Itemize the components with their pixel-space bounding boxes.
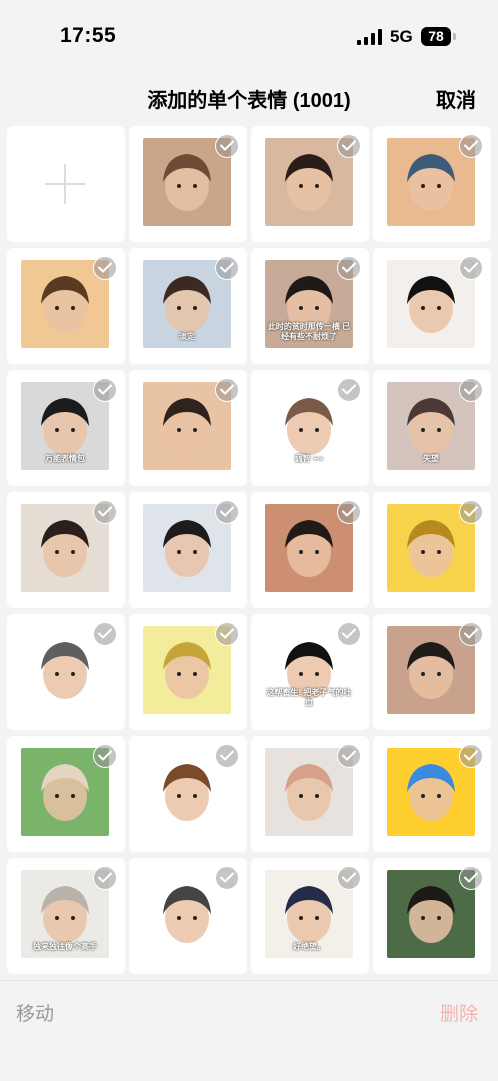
select-checkmark-icon[interactable] [215,744,239,768]
sticker-item[interactable] [251,126,369,242]
sticker-item[interactable] [251,736,369,852]
select-checkmark-icon[interactable] [337,378,361,402]
select-checkmark-icon[interactable] [93,622,117,646]
bottom-toolbar: 移动 删除 [0,980,498,1081]
sticker-caption: 淡定 [179,332,195,341]
network-type: 5G [390,27,413,46]
select-checkmark-icon[interactable] [459,378,483,402]
sticker-item[interactable]: 万能表情包 [7,370,125,486]
select-checkmark-icon[interactable] [93,378,117,402]
sticker-item[interactable] [7,248,125,364]
sticker-item[interactable] [7,736,125,852]
sticker-item[interactable] [129,126,247,242]
select-checkmark-icon[interactable] [459,866,483,890]
sticker-item[interactable] [129,370,247,486]
move-button[interactable]: 移动 [16,999,54,1026]
select-checkmark-icon[interactable] [459,134,483,158]
select-checkmark-icon[interactable] [93,256,117,280]
sticker-item[interactable]: 此时的贫时那传一横 已经有些不耐烦了 [251,248,369,364]
sticker-caption: 独来独往像个高手 [33,942,97,951]
sticker-item[interactable]: 弱智 +∞ [251,370,369,486]
cellular-signal-icon [357,29,382,45]
select-checkmark-icon[interactable] [337,134,361,158]
sticker-caption: 失望 [423,454,439,463]
sticker-caption: 万能表情包 [45,454,85,463]
sticker-item[interactable] [373,736,491,852]
page-title: 添加的单个表情 (1001) [147,90,351,112]
select-checkmark-icon[interactable] [215,134,239,158]
sticker-item[interactable] [129,492,247,608]
select-checkmark-icon[interactable] [337,500,361,524]
sticker-item[interactable] [251,492,369,608]
sticker-item[interactable] [373,858,491,974]
select-checkmark-icon[interactable] [459,622,483,646]
select-checkmark-icon[interactable] [215,378,239,402]
sticker-item[interactable] [373,614,491,730]
sticker-item[interactable] [373,492,491,608]
sticker-grid: 淡定 此时的贫时那传一横 已经有些不耐烦了万能表情包 弱智 +∞ 失望这帮畜生! 把老… [7,126,491,976]
select-checkmark-icon[interactable] [337,256,361,280]
select-checkmark-icon[interactable] [337,622,361,646]
sticker-item[interactable]: 失望 [373,370,491,486]
select-checkmark-icon[interactable] [215,256,239,280]
sticker-caption: 好绝望。 [293,942,325,951]
sticker-item[interactable]: 独来独往像个高手 [7,858,125,974]
sticker-item[interactable] [129,736,247,852]
add-sticker-button[interactable] [7,126,125,242]
sticker-caption: 弱智 +∞ [294,454,324,463]
select-checkmark-icon[interactable] [459,500,483,524]
status-time: 17:55 [60,24,117,47]
status-bar: 17:55 5G 78 [0,0,498,72]
select-checkmark-icon[interactable] [93,866,117,890]
delete-button[interactable]: 删除 [440,999,478,1026]
sticker-item[interactable] [373,248,491,364]
select-checkmark-icon[interactable] [459,744,483,768]
select-checkmark-icon[interactable] [93,744,117,768]
select-checkmark-icon[interactable] [93,500,117,524]
select-checkmark-icon[interactable] [215,622,239,646]
battery-icon: 78 [421,27,451,46]
select-checkmark-icon[interactable] [459,256,483,280]
sticker-caption: 此时的贫时那传一横 已经有些不耐烦了 [267,322,351,341]
plus-icon [45,164,85,204]
select-checkmark-icon[interactable] [215,866,239,890]
battery-tip [453,33,456,40]
cancel-button[interactable]: 取消 [436,84,476,113]
sticker-item[interactable]: 淡定 [129,248,247,364]
sticker-item[interactable]: 好绝望。 [251,858,369,974]
select-checkmark-icon[interactable] [337,866,361,890]
sticker-item[interactable] [7,492,125,608]
select-checkmark-icon[interactable] [337,744,361,768]
sticker-item[interactable] [7,614,125,730]
sticker-item[interactable] [129,614,247,730]
sticker-item[interactable] [373,126,491,242]
sticker-item[interactable]: 这帮畜生! 把老子气的吐血 [251,614,369,730]
sticker-caption: 这帮畜生! 把老子气的吐血 [266,688,352,707]
sticker-item[interactable] [129,858,247,974]
select-checkmark-icon[interactable] [215,500,239,524]
